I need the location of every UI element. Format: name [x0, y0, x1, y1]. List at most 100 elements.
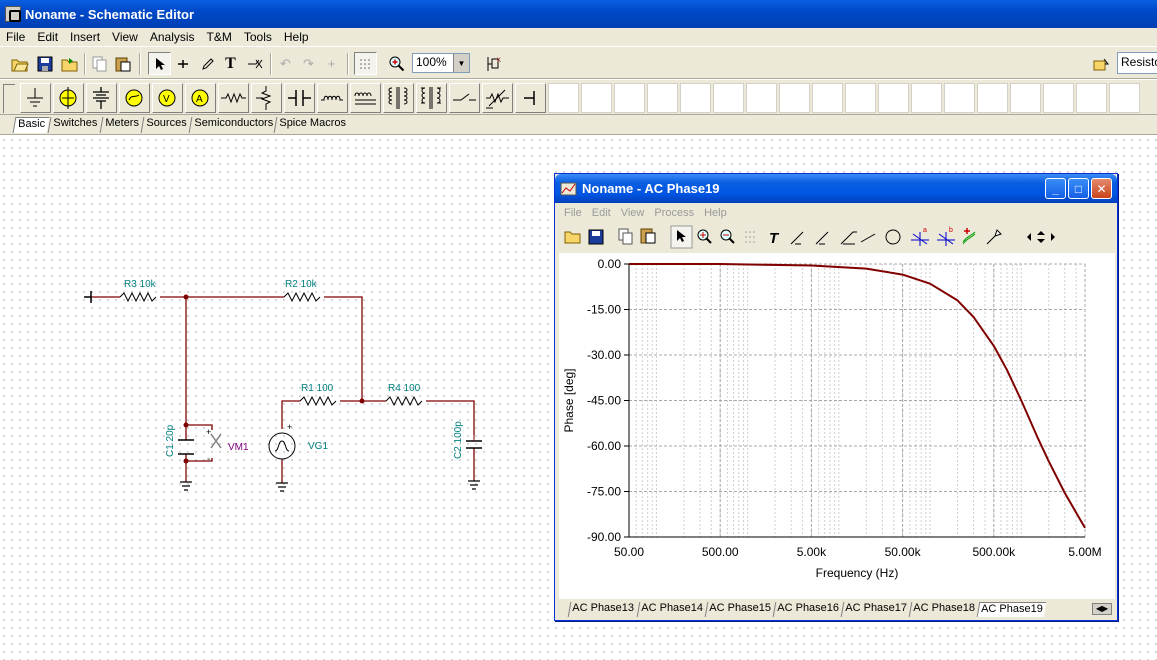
- empty-slot: [977, 83, 1008, 113]
- phase-plot[interactable]: 50.00 500.00 5.00k 50.00k 500.00k 5.00M 0.00 -1…: [559, 253, 1115, 599]
- copy-icon[interactable]: [88, 52, 111, 75]
- menu-file[interactable]: File: [0, 30, 31, 44]
- empty-slot: [647, 83, 678, 113]
- menu-tm[interactable]: T&M: [201, 30, 238, 44]
- paste-icon[interactable]: [640, 228, 656, 244]
- tab-ac-phase18[interactable]: AC Phase18: [908, 602, 979, 617]
- menu-edit[interactable]: Edit: [31, 30, 64, 44]
- menu-help[interactable]: Help: [278, 30, 315, 44]
- close-button[interactable]: ✕: [1091, 178, 1112, 199]
- menu-analysis[interactable]: Analysis: [144, 30, 201, 44]
- curves-icon[interactable]: [962, 228, 976, 245]
- tab-sources[interactable]: Sources: [140, 117, 191, 133]
- menu-insert[interactable]: Insert: [64, 30, 106, 44]
- probe-icon[interactable]: [986, 229, 1002, 245]
- minimize-button[interactable]: _: [1045, 178, 1066, 199]
- zoom-select[interactable]: 100% ▼: [412, 53, 470, 73]
- terminal-icon[interactable]: [515, 83, 546, 113]
- battery-icon[interactable]: [53, 83, 84, 113]
- switch-icon[interactable]: [449, 83, 480, 113]
- svg-text:+: +: [206, 427, 211, 437]
- undo-icon[interactable]: ↶: [274, 52, 297, 75]
- cursor-3-icon[interactable]: [840, 231, 857, 245]
- app-title: Noname - Schematic Editor: [25, 6, 195, 22]
- toolbar-scroll-left[interactable]: [3, 84, 15, 113]
- y-axis-label: Phase [deg]: [562, 368, 576, 432]
- marker-a-icon[interactable]: a: [911, 227, 929, 246]
- probe-icon[interactable]: K: [481, 52, 504, 75]
- y-tick-label: -90.00: [587, 530, 621, 544]
- voltage-source-icon[interactable]: [119, 83, 150, 113]
- tab-semiconductors[interactable]: Semiconductors: [188, 117, 278, 133]
- tab-ac-phase15[interactable]: AC Phase15: [704, 602, 775, 617]
- amenu-help[interactable]: Help: [699, 207, 732, 219]
- chevron-down-icon[interactable]: ▼: [453, 54, 469, 72]
- copy-icon[interactable]: [618, 228, 633, 245]
- tab-spice-macros[interactable]: Spice Macros: [273, 117, 351, 133]
- component-finder-icon[interactable]: [1089, 52, 1112, 75]
- tab-ac-phase16[interactable]: AC Phase16: [772, 602, 843, 617]
- resistor-icon[interactable]: [218, 83, 249, 113]
- menu-tools[interactable]: Tools: [238, 30, 278, 44]
- open-icon[interactable]: [8, 52, 31, 75]
- text-icon[interactable]: T: [769, 230, 780, 247]
- line-icon[interactable]: [860, 233, 876, 243]
- ground-icon[interactable]: [20, 83, 51, 113]
- open-folder-icon[interactable]: [58, 52, 81, 75]
- component-search-input[interactable]: Resisto: [1117, 52, 1157, 74]
- tab-basic[interactable]: Basic: [12, 117, 50, 133]
- resistor-r3: [119, 291, 157, 303]
- grid-icon[interactable]: [354, 52, 377, 75]
- tab-ac-phase19[interactable]: AC Phase19: [976, 602, 1047, 617]
- tab-scroll-arrows[interactable]: ◀▶: [1092, 603, 1112, 615]
- marker-b-icon[interactable]: b: [937, 227, 955, 246]
- empty-slot: [746, 83, 777, 113]
- menu-view[interactable]: View: [106, 30, 144, 44]
- tab-ac-phase14[interactable]: AC Phase14: [636, 602, 707, 617]
- potentiometer-icon[interactable]: [251, 83, 282, 113]
- scroll-arrows-icon[interactable]: [1027, 231, 1055, 243]
- select-arrow-icon[interactable]: [148, 52, 171, 75]
- tab-meters[interactable]: Meters: [99, 117, 144, 133]
- amenu-file[interactable]: File: [559, 207, 587, 219]
- grid-icon[interactable]: [745, 231, 755, 243]
- analysis-window[interactable]: Noname - AC Phase19 _ □ ✕ File Edit View…: [554, 173, 1118, 621]
- inductor-icon[interactable]: [317, 83, 348, 113]
- amenu-view[interactable]: View: [616, 207, 650, 219]
- no-pin-icon[interactable]: [243, 52, 266, 75]
- text-icon[interactable]: T: [219, 52, 242, 75]
- analysis-title-bar[interactable]: Noname - AC Phase19 _ □ ✕: [555, 174, 1117, 203]
- multi-battery-icon[interactable]: [86, 83, 117, 113]
- tab-ac-phase13[interactable]: AC Phase13: [567, 602, 638, 617]
- ammeter-icon[interactable]: A: [185, 83, 216, 113]
- zoom-icon[interactable]: [385, 52, 408, 75]
- empty-slot: [548, 83, 579, 113]
- wire-icon[interactable]: [171, 52, 194, 75]
- tab-switches[interactable]: Switches: [47, 117, 102, 133]
- zoom-in-icon[interactable]: [697, 229, 712, 244]
- variable-resistor-icon[interactable]: [482, 83, 513, 113]
- junction-icon[interactable]: +: [320, 52, 343, 75]
- menu-bar: File Edit Insert View Analysis T&M Tools…: [0, 28, 1157, 46]
- capacitor-icon[interactable]: [284, 83, 315, 113]
- voltmeter-icon[interactable]: V: [152, 83, 183, 113]
- cursor-icon[interactable]: [790, 231, 804, 245]
- maximize-button[interactable]: □: [1068, 178, 1089, 199]
- coupled-inductor-icon[interactable]: [350, 83, 381, 113]
- open-icon[interactable]: [564, 231, 581, 244]
- empty-slot: [1076, 83, 1107, 113]
- redo-icon[interactable]: ↷: [297, 52, 320, 75]
- pencil-icon[interactable]: [195, 52, 218, 75]
- amenu-edit[interactable]: Edit: [587, 207, 616, 219]
- circle-icon[interactable]: [885, 229, 901, 245]
- amenu-process[interactable]: Process: [649, 207, 699, 219]
- save-icon[interactable]: [588, 229, 604, 245]
- paste-icon[interactable]: [111, 52, 134, 75]
- cursor-2-icon[interactable]: [815, 231, 829, 245]
- empty-slot: [779, 83, 810, 113]
- save-icon[interactable]: [33, 52, 56, 75]
- transformer-2-icon[interactable]: [416, 83, 447, 113]
- tab-ac-phase17[interactable]: AC Phase17: [840, 602, 911, 617]
- transformer-icon[interactable]: [383, 83, 414, 113]
- zoom-out-icon[interactable]: [720, 229, 735, 244]
